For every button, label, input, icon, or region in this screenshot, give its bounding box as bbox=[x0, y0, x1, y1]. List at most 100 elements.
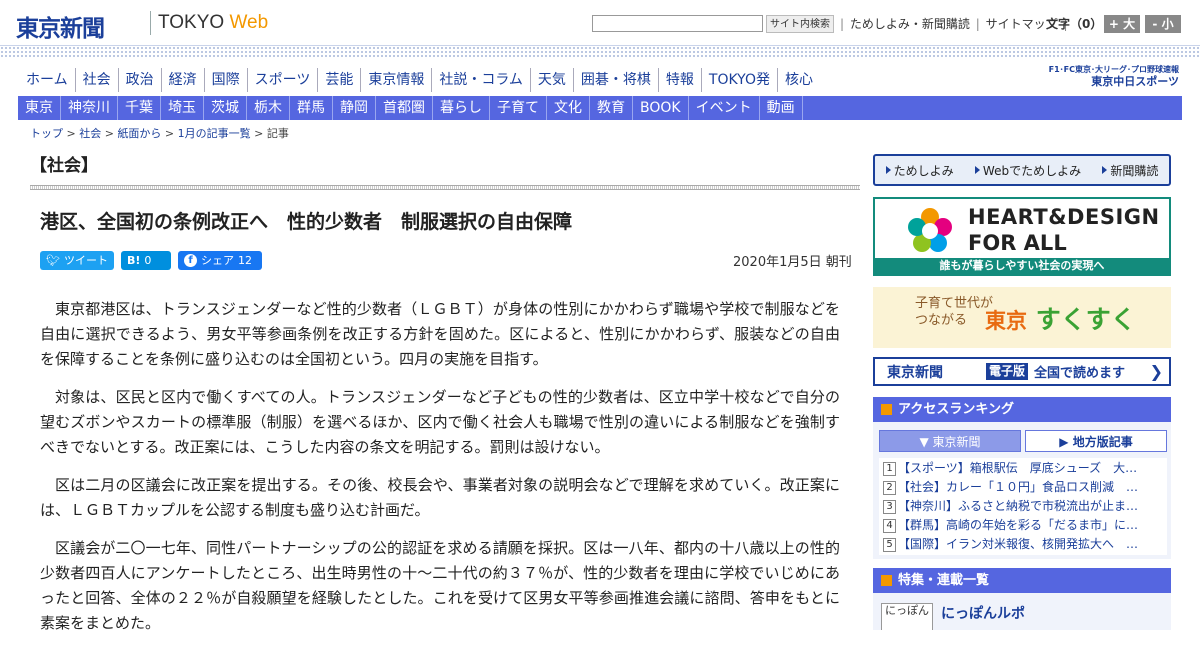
local-nav: 東京 神奈川 千葉 埼玉 茨城 栃木 群馬 静岡 首都圏 暮らし 子育て 文化 … bbox=[18, 96, 1182, 120]
heart-design-banner[interactable]: HEART&DESIGN FOR ALL 誰もが暮らしやすい社会の実現へ bbox=[873, 197, 1171, 276]
feature-header: 特集・連載一覧 bbox=[873, 568, 1171, 593]
hatena-bookmark-button[interactable]: B! 0 bbox=[121, 251, 171, 270]
main-nav-tokuho[interactable]: 特報 bbox=[657, 68, 701, 92]
square-bullet-icon bbox=[881, 575, 892, 586]
main-nav-society[interactable]: 社会 bbox=[74, 68, 118, 92]
local-nav-item[interactable]: 栃木 bbox=[247, 96, 290, 120]
fb-share-count: 12 bbox=[238, 254, 252, 267]
site-logo[interactable]: 東京新聞 bbox=[16, 9, 105, 43]
chevron-right-icon: ❯ bbox=[1149, 362, 1163, 381]
sukusuku-tagline: 子育て世代が つながる bbox=[915, 296, 994, 328]
article-paragraph: 区は二月の区議会に改正案を提出する。その後、校長会や、事業者対象の説明会などで理… bbox=[40, 476, 840, 519]
local-nav-item[interactable]: 暮らし bbox=[433, 96, 490, 120]
main-nav-entertainment[interactable]: 芸能 bbox=[317, 68, 360, 92]
ranking-item[interactable]: 2 【社会】カレー「１０円」食品ロス削減 … bbox=[883, 478, 1163, 497]
ranking-item[interactable]: 1 【スポーツ】箱根駅伝 厚底シューズ 大… bbox=[883, 459, 1163, 478]
promo-web-trial-link[interactable]: Webでためしよみ bbox=[974, 162, 1081, 179]
local-nav-item[interactable]: 静岡 bbox=[333, 96, 376, 120]
tweet-label: ツイート bbox=[63, 254, 108, 267]
local-nav-item[interactable]: 神奈川 bbox=[61, 96, 118, 120]
font-smaller-button[interactable]: - 小 bbox=[1145, 15, 1181, 33]
ranking-item-title: 【社会】カレー「１０円」食品ロス削減 … bbox=[898, 480, 1139, 494]
main-nav: ホーム 社会 政治 経済 国際 スポーツ 芸能 東京情報 社説・コラム 天気 囲… bbox=[18, 68, 820, 92]
main-nav-weather[interactable]: 天気 bbox=[529, 68, 573, 92]
rank-number: 5 bbox=[883, 538, 896, 552]
header-dotted-band bbox=[0, 45, 1200, 59]
local-nav-item[interactable]: 文化 bbox=[547, 96, 590, 120]
facebook-share-button[interactable]: f シェア 12 bbox=[178, 251, 262, 270]
sports-logo-tagline: F1･FC東京･大リーグ･プロ野球速報 bbox=[1048, 65, 1179, 74]
ranking-item-title: 【国際】イラン対米報復、核開発拡大へ … bbox=[898, 537, 1139, 551]
main-nav-home[interactable]: ホーム bbox=[18, 68, 75, 92]
sports-logo-name: 東京中日スポーツ bbox=[1091, 75, 1179, 88]
ranking-item-title: 【群馬】高崎の年始を彩る「だるま市」に… bbox=[898, 518, 1139, 532]
local-nav-item[interactable]: 東京 bbox=[18, 96, 61, 120]
article-paragraph: 対象は、区民と区内で働くすべての人。トランスジェンダーなど子どもの性的少数者は、… bbox=[40, 388, 840, 456]
local-nav-item[interactable]: イベント bbox=[689, 96, 760, 120]
util-link-subscribe[interactable]: ためしよみ・新聞購読 bbox=[850, 15, 970, 33]
ranking-tab-tokyo[interactable]: ▼ 東京新聞 bbox=[879, 430, 1021, 452]
heart-design-caption: 誰もが暮らしやすい社会の実現へ bbox=[875, 258, 1169, 274]
ranking-tab-local[interactable]: ▶ 地方版記事 bbox=[1025, 430, 1167, 452]
rank-number: 2 bbox=[883, 481, 896, 495]
sukusuku-logo: 東京 すくすく bbox=[985, 300, 1136, 336]
local-nav-item[interactable]: 子育て bbox=[490, 96, 547, 120]
local-nav-item[interactable]: 首都圏 bbox=[376, 96, 433, 120]
square-bullet-icon bbox=[881, 404, 892, 415]
local-nav-item[interactable]: 群馬 bbox=[290, 96, 333, 120]
local-nav-item[interactable]: 埼玉 bbox=[161, 96, 204, 120]
rank-number: 3 bbox=[883, 500, 896, 514]
ranking-item[interactable]: 3 【神奈川】ふるさと納税で市税流出が止ま… bbox=[883, 497, 1163, 516]
breadcrumb: トップ > 社会 > 紙面から > 1月の記事一覧 > 記事 bbox=[30, 127, 289, 140]
publish-date: 2020年1月5日 朝刊 bbox=[733, 255, 852, 270]
main-nav-editorial[interactable]: 社説・コラム bbox=[431, 68, 530, 92]
util-separator: | bbox=[975, 17, 980, 31]
feature-thumbnail[interactable]: にっぽん bbox=[881, 603, 933, 630]
ranking-tab-tokyo-label: 東京新聞 bbox=[932, 435, 981, 449]
heart-design-subtitle: FOR ALL bbox=[968, 231, 1067, 255]
breadcrumb-link[interactable]: 1月の記事一覧 bbox=[178, 127, 251, 140]
epaper-banner[interactable]: 東京新聞 電子版 全国で読めます ❯ bbox=[873, 357, 1171, 386]
site-search-input[interactable] bbox=[592, 15, 763, 32]
breadcrumb-link[interactable]: トップ bbox=[30, 127, 63, 140]
main-nav-tokyo-info[interactable]: 東京情報 bbox=[360, 68, 431, 92]
main-nav-kakushin[interactable]: 核心 bbox=[776, 68, 820, 92]
heart-design-title: HEART&DESIGN bbox=[968, 205, 1160, 229]
local-nav-item[interactable]: BOOK bbox=[633, 96, 689, 120]
main-nav-tokyo-hatsu[interactable]: TOKYO発 bbox=[700, 68, 777, 92]
rank-number: 1 bbox=[883, 462, 896, 476]
font-size-label: 文字（0） bbox=[1046, 17, 1103, 31]
chunichi-sports-link[interactable]: F1･FC東京･大リーグ･プロ野球速報 東京中日スポーツ bbox=[1024, 64, 1179, 91]
article-paragraph: 区議会が二〇一七年、同性パートナーシップの公的認証を求める請願を採択。区は一八年… bbox=[40, 539, 840, 632]
ranking-header: アクセスランキング bbox=[873, 397, 1171, 422]
local-nav-item[interactable]: 千葉 bbox=[118, 96, 161, 120]
tokyo-sukusuku-banner[interactable]: 子育て世代が つながる 東京 すくすく bbox=[873, 287, 1171, 348]
section-title: 【社会】 bbox=[30, 156, 98, 176]
tweet-button[interactable]: 🐦︎ ツイート bbox=[40, 251, 114, 270]
epaper-text: 全国で読めます bbox=[1034, 366, 1126, 381]
feature-item-link[interactable]: にっぽんルポ bbox=[941, 603, 1025, 623]
main-nav-world[interactable]: 国際 bbox=[203, 68, 247, 92]
main-nav-sports[interactable]: スポーツ bbox=[246, 68, 318, 92]
main-nav-economy[interactable]: 経済 bbox=[160, 68, 204, 92]
main-nav-go-shogi[interactable]: 囲碁・将棋 bbox=[572, 68, 658, 92]
logo-tokyo-web[interactable]: TOKYO Web bbox=[158, 12, 268, 34]
subscription-promo-bar: ためしよみ Webでためしよみ 新聞購読 bbox=[873, 154, 1171, 186]
logo-divider bbox=[150, 11, 151, 35]
article-headline: 港区、全国初の条例改正へ 性的少数者 制服選択の自由保障 bbox=[40, 211, 573, 233]
ranking-item[interactable]: 4 【群馬】高崎の年始を彩る「だるま市」に… bbox=[883, 516, 1163, 535]
ranking-item[interactable]: 5 【国際】イラン対米報復、核開発拡大へ … bbox=[883, 535, 1163, 554]
ranking-title: アクセスランキング bbox=[898, 402, 1014, 417]
article-paragraph: 東京都港区は、トランスジェンダーなど性的少数者（ＬＧＢＴ）が身体の性別にかかわら… bbox=[40, 300, 840, 368]
local-nav-item[interactable]: 教育 bbox=[590, 96, 633, 120]
main-nav-politics[interactable]: 政治 bbox=[117, 68, 161, 92]
site-search-button[interactable]: サイト内検索 bbox=[766, 15, 834, 33]
promo-subscribe-link[interactable]: 新聞購読 bbox=[1102, 162, 1158, 179]
breadcrumb-link[interactable]: 紙面から bbox=[117, 127, 161, 140]
logo-tokyo-text: TOKYO bbox=[158, 12, 230, 33]
font-larger-button[interactable]: + 大 bbox=[1104, 15, 1140, 33]
promo-trial-link[interactable]: ためしよみ bbox=[885, 162, 954, 179]
local-nav-item[interactable]: 動画 bbox=[760, 96, 803, 120]
breadcrumb-link[interactable]: 社会 bbox=[79, 127, 101, 140]
local-nav-item[interactable]: 茨城 bbox=[204, 96, 247, 120]
